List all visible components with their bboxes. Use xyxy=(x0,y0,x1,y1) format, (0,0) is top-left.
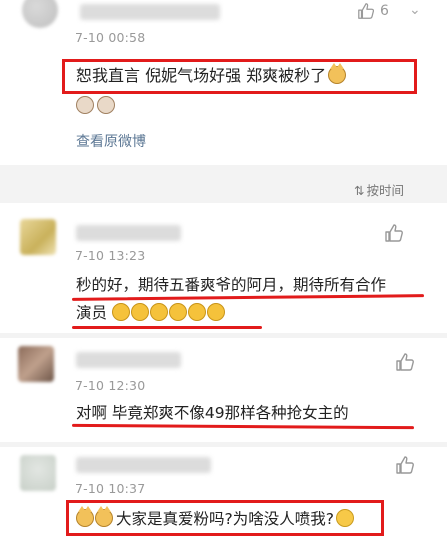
post-card: 6 ⌄ 7-10 00:58 恕我直言 倪妮气场好强 郑爽被秒了 查看原微博 xyxy=(0,0,447,165)
sort-icon: ⇅ xyxy=(354,183,365,198)
comment-text: 演员 xyxy=(76,300,226,326)
username-blurred[interactable] xyxy=(76,352,181,368)
comment-time: 7-10 13:23 xyxy=(75,248,146,263)
highlight-box xyxy=(62,59,417,94)
cry-emoji xyxy=(111,303,130,321)
like-button[interactable] xyxy=(395,352,415,372)
avatar[interactable] xyxy=(20,219,56,255)
comment-card: 7-10 12:30 对啊 毕竟郑爽不像49那样各种抢女主的 xyxy=(0,338,447,442)
cry-emoji xyxy=(149,303,168,321)
comment-card: 7-10 10:37 大家是真爱粉吗?为啥没人喷我? xyxy=(0,447,447,548)
cry-emoji xyxy=(187,303,206,321)
cat-emoji xyxy=(76,96,94,114)
highlight-box xyxy=(66,500,384,536)
thumbs-up-icon xyxy=(385,224,403,242)
thumbs-up-icon xyxy=(396,456,414,474)
view-original-link[interactable]: 查看原微博 xyxy=(76,131,146,151)
comment-text: 对啊 毕竟郑爽不像49那样各种抢女主的 xyxy=(76,404,349,422)
comment-card: 7-10 13:23 秒的好，期待五番爽爷的阿月，期待所有合作 演员 xyxy=(0,203,447,333)
username-blurred[interactable] xyxy=(76,225,181,241)
avatar[interactable] xyxy=(18,346,54,382)
emoji-row xyxy=(76,96,118,118)
underline-mark xyxy=(72,326,262,329)
like-button[interactable] xyxy=(384,223,404,243)
underline-mark xyxy=(71,423,415,430)
avatar[interactable] xyxy=(20,455,56,491)
cry-emoji xyxy=(206,303,225,321)
comment-time: 7-10 12:30 xyxy=(75,378,146,393)
cat-emoji xyxy=(97,96,115,114)
cry-emoji xyxy=(130,303,149,321)
like-button[interactable]: 6 xyxy=(357,2,389,20)
username-blurred[interactable] xyxy=(76,457,211,473)
like-count: 6 xyxy=(380,3,389,19)
avatar[interactable] xyxy=(22,0,58,28)
username-blurred[interactable] xyxy=(80,4,220,20)
comment-time: 7-10 10:37 xyxy=(75,481,146,496)
cry-emoji xyxy=(168,303,187,321)
thumbs-up-icon xyxy=(358,3,375,19)
chevron-down-icon[interactable]: ⌄ xyxy=(409,2,421,18)
thumbs-up-icon xyxy=(396,353,414,371)
sort-toggle[interactable]: ⇅ 按时间 xyxy=(354,180,404,199)
like-button[interactable] xyxy=(395,455,415,475)
post-time: 7-10 00:58 xyxy=(75,30,146,45)
